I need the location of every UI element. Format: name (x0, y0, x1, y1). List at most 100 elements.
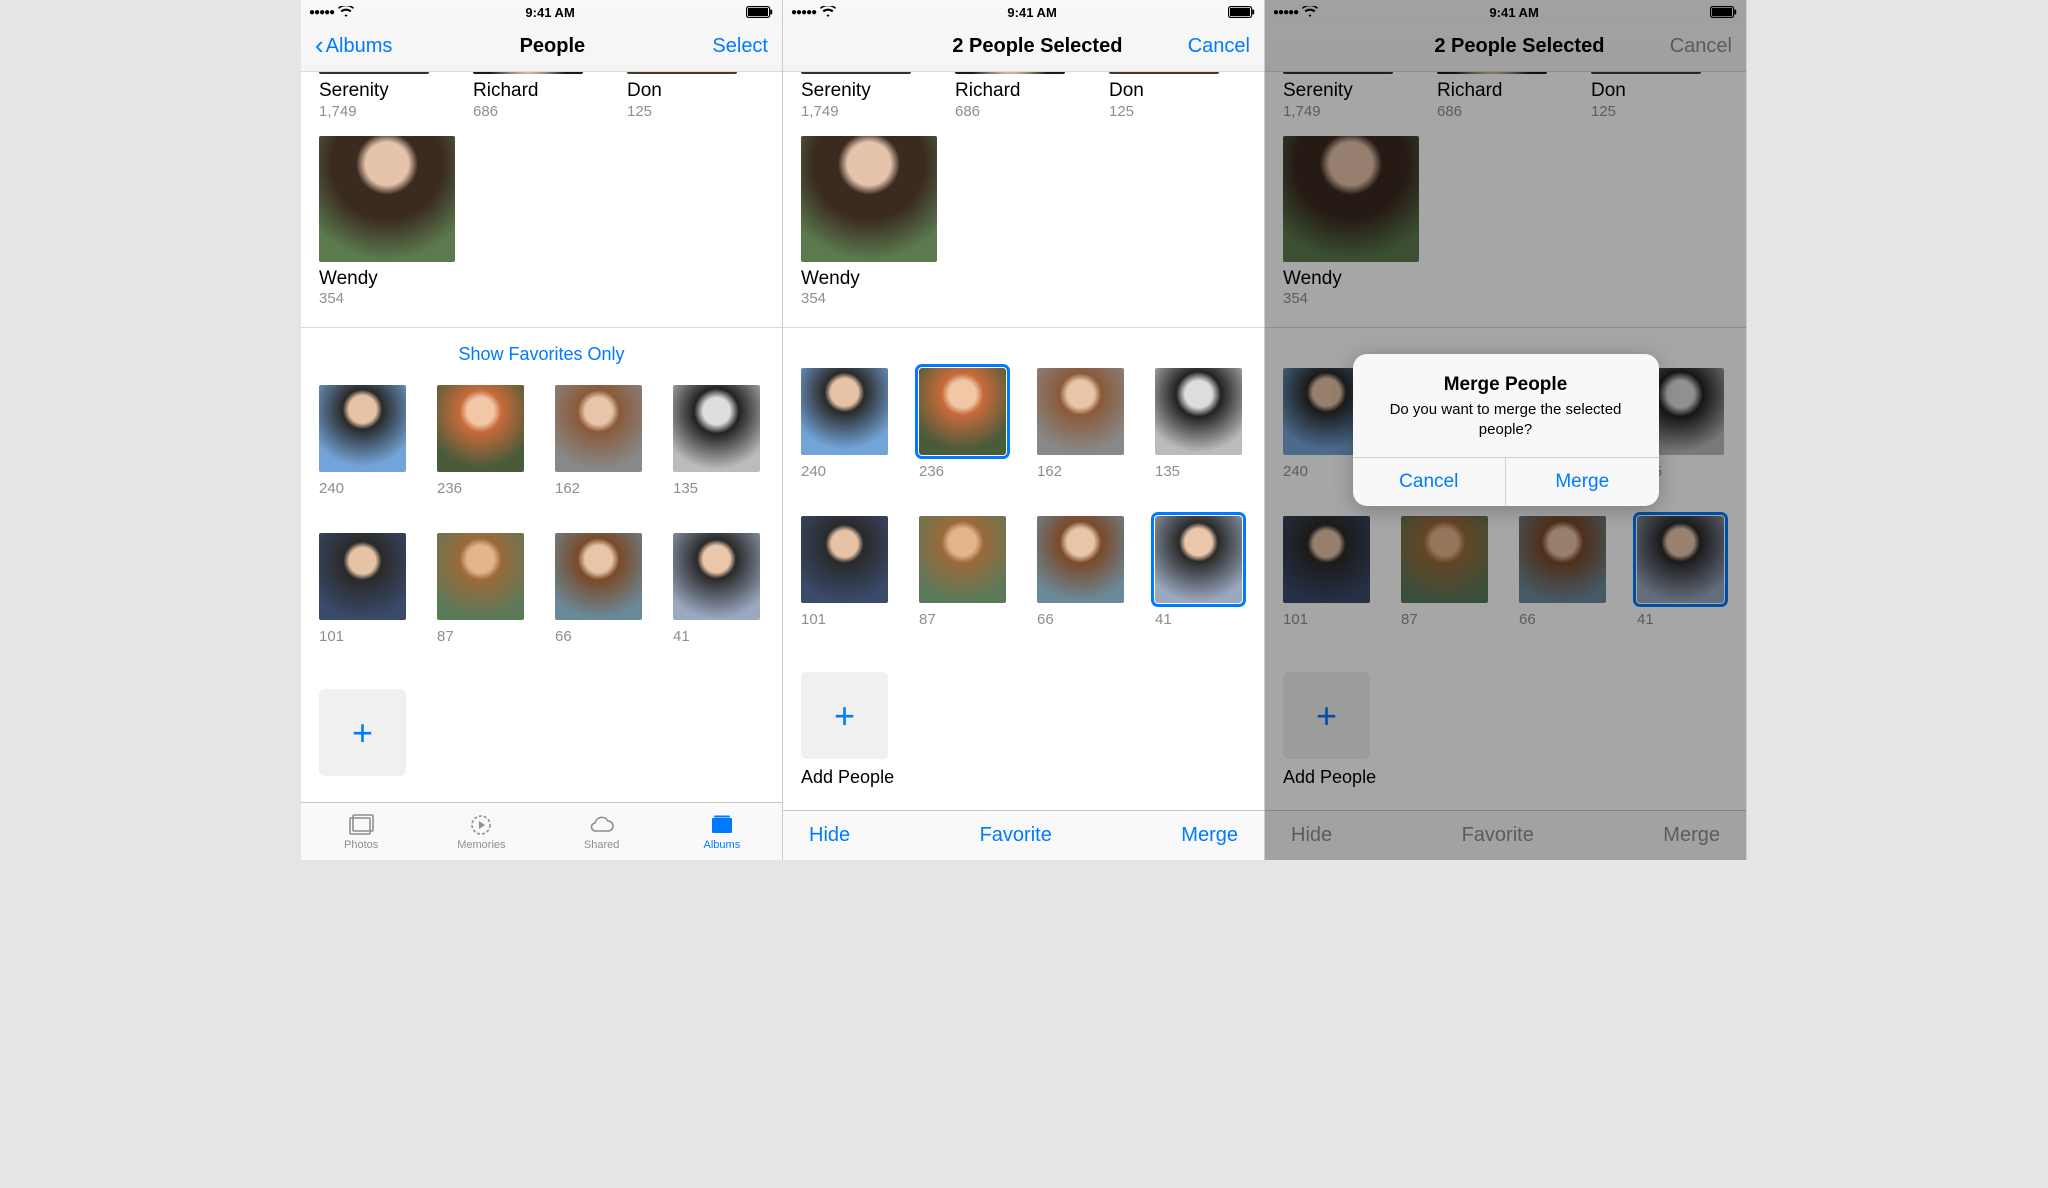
face-item[interactable]: 135 (1155, 368, 1243, 480)
face-item[interactable]: 135 (673, 385, 761, 497)
tab-photos[interactable]: Photos (301, 803, 421, 860)
face-thumb (801, 516, 888, 603)
face-thumb (673, 385, 760, 472)
favorite-button[interactable]: Favorite (980, 824, 1052, 847)
person-don[interactable]: Don 125 (627, 72, 737, 120)
face-thumb (919, 516, 1006, 603)
person-count: 354 (801, 290, 1246, 307)
face-thumb (555, 385, 642, 472)
add-people-tile[interactable]: + Add People (801, 672, 1246, 788)
face-item[interactable]: 101 (319, 533, 407, 645)
wifi-icon (820, 6, 836, 18)
tab-label: Albums (704, 839, 741, 851)
person-name: Richard (955, 80, 1065, 102)
person-thumb (1109, 72, 1219, 74)
add-people-label: Add People (801, 767, 1246, 788)
person-count: 125 (1109, 103, 1219, 120)
cancel-button[interactable]: Cancel (1188, 35, 1250, 58)
person-count: 686 (473, 103, 583, 120)
face-count: 101 (319, 628, 407, 645)
battery-icon (1228, 6, 1256, 18)
merge-alert: Merge People Do you want to merge the se… (1353, 354, 1659, 506)
person-thumb (319, 72, 429, 74)
face-item[interactable]: 66 (1037, 516, 1125, 628)
modal-overlay: Merge People Do you want to merge the se… (1265, 0, 1746, 860)
merge-button[interactable]: Merge (1181, 824, 1238, 847)
person-thumb (801, 136, 937, 262)
person-thumb (801, 72, 911, 74)
face-item-selected[interactable]: 236 (919, 368, 1007, 480)
person-count: 686 (955, 103, 1065, 120)
person-thumb (319, 136, 455, 262)
person-richard[interactable]: Richard 686 (955, 72, 1065, 120)
faces-row-2: 101 87 66 41 (319, 533, 764, 645)
person-wendy[interactable]: Wendy 354 (801, 136, 1246, 307)
add-people-tile[interactable]: + (319, 689, 764, 776)
hide-button[interactable]: Hide (809, 824, 850, 847)
person-thumb (627, 72, 737, 74)
photos-icon (347, 813, 375, 837)
person-count: 354 (319, 290, 764, 307)
face-item[interactable]: 41 (673, 533, 761, 645)
plus-icon: + (352, 712, 373, 754)
face-thumb (437, 533, 524, 620)
tab-bar: Photos Memories Shared Albums (301, 802, 782, 860)
person-serenity[interactable]: Serenity 1,749 (319, 72, 429, 120)
face-count: 135 (673, 480, 761, 497)
alert-merge-button[interactable]: Merge (1506, 458, 1659, 506)
face-thumb (919, 368, 1006, 455)
face-count: 66 (1037, 611, 1125, 628)
named-people-row: Serenity 1,749 Richard 686 Don 125 (319, 72, 764, 120)
face-item[interactable]: 66 (555, 533, 643, 645)
person-name: Wendy (801, 268, 1246, 290)
face-count: 240 (319, 480, 407, 497)
person-don[interactable]: Don 125 (1109, 72, 1219, 120)
face-count: 236 (919, 463, 1007, 480)
face-item[interactable]: 162 (1037, 368, 1125, 480)
person-name: Serenity (319, 80, 429, 102)
person-serenity[interactable]: Serenity 1,749 (801, 72, 911, 120)
face-item[interactable]: 87 (919, 516, 1007, 628)
status-time: 9:41 AM (1007, 5, 1056, 20)
face-count: 87 (437, 628, 525, 645)
face-count: 162 (555, 480, 643, 497)
wifi-icon (338, 6, 354, 18)
tab-shared[interactable]: Shared (542, 803, 662, 860)
face-count: 101 (801, 611, 889, 628)
page-title: 2 People Selected (887, 35, 1188, 58)
face-thumb (1037, 516, 1124, 603)
face-count: 87 (919, 611, 1007, 628)
named-people-row: Serenity 1,749 Richard 686 Don 125 (801, 72, 1246, 120)
face-thumb (801, 368, 888, 455)
cloud-icon (588, 813, 616, 837)
person-wendy[interactable]: Wendy 354 (319, 136, 764, 307)
screen-people-browse: ●●●●● 9:41 AM ‹ Albums People Select Ser… (301, 0, 783, 860)
divider (301, 327, 782, 328)
show-favorites-only-button[interactable]: Show Favorites Only (319, 338, 764, 379)
face-item[interactable]: 162 (555, 385, 643, 497)
faces-row-1: 240 236 162 135 (319, 385, 764, 497)
tab-memories[interactable]: Memories (421, 803, 541, 860)
divider (783, 327, 1264, 328)
face-item-selected[interactable]: 41 (1155, 516, 1243, 628)
person-richard[interactable]: Richard 686 (473, 72, 583, 120)
face-item[interactable]: 87 (437, 533, 525, 645)
face-count: 240 (801, 463, 889, 480)
alert-message: Do you want to merge the selected people… (1373, 400, 1639, 439)
face-item[interactable]: 240 (319, 385, 407, 497)
select-button[interactable]: Select (712, 35, 768, 58)
face-item[interactable]: 236 (437, 385, 525, 497)
person-name: Wendy (319, 268, 764, 290)
face-item[interactable]: 240 (801, 368, 889, 480)
alert-cancel-button[interactable]: Cancel (1353, 458, 1507, 506)
tab-albums[interactable]: Albums (662, 803, 782, 860)
face-count: 162 (1037, 463, 1125, 480)
face-count: 41 (1155, 611, 1243, 628)
tab-label: Shared (584, 839, 619, 851)
battery-icon (746, 6, 774, 18)
back-albums-button[interactable]: ‹ Albums (315, 35, 392, 58)
person-name: Don (627, 80, 737, 102)
memories-icon (467, 813, 495, 837)
face-item[interactable]: 101 (801, 516, 889, 628)
face-count: 236 (437, 480, 525, 497)
